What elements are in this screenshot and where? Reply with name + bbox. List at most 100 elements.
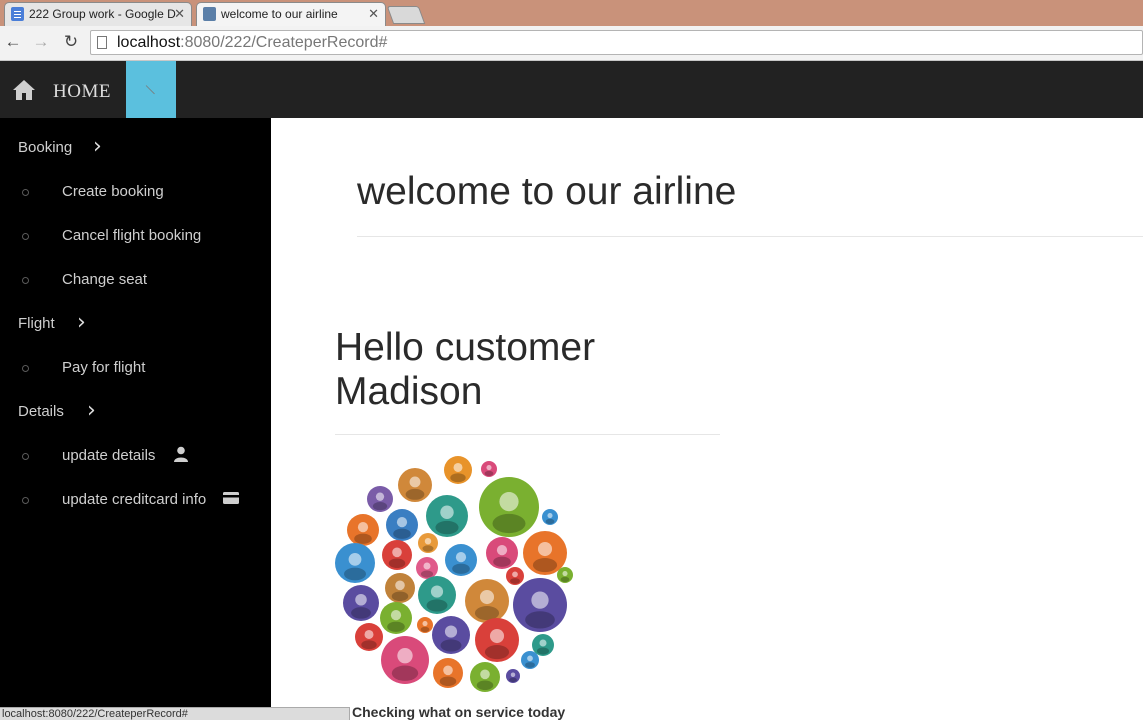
avatar-body — [532, 558, 558, 573]
home-icon[interactable] — [12, 79, 36, 101]
bullet-icon — [22, 453, 29, 460]
avatar-body — [492, 513, 526, 534]
avatar-head — [440, 505, 454, 519]
bullet-icon — [22, 365, 29, 372]
close-icon[interactable]: ✕ — [174, 3, 185, 25]
avatar-body — [452, 563, 470, 574]
avatar-body — [391, 665, 419, 681]
avatar-head — [422, 621, 428, 627]
divider — [357, 236, 1143, 237]
avatar-body — [525, 662, 535, 668]
avatar-body — [354, 533, 372, 544]
new-tab-button[interactable] — [386, 6, 426, 24]
chevron-right-icon[interactable]: › — [87, 400, 96, 422]
sidebar-section-flight[interactable]: Flight — [18, 314, 55, 334]
avatar-body — [525, 611, 555, 629]
avatar-head — [392, 547, 402, 558]
avatar-body — [560, 576, 570, 582]
avatar-head — [397, 648, 413, 664]
sidebar-item-create-booking[interactable]: Create booking — [62, 182, 164, 202]
service-caption: Checking what on service today — [352, 704, 566, 720]
address-bar[interactable]: localhost:8080/222/CreateperRecord# — [90, 30, 1143, 55]
back-arrow-icon[interactable]: ← — [2, 32, 24, 52]
avatar-head — [430, 585, 444, 598]
divider — [335, 434, 720, 435]
avatar-body — [484, 645, 510, 660]
avatar-body — [545, 518, 555, 524]
avatar-body — [388, 558, 406, 569]
avatar-body — [361, 640, 377, 650]
avatar-head — [364, 630, 374, 639]
forward-arrow-icon[interactable]: → — [30, 32, 52, 52]
avatar-body — [426, 599, 448, 612]
avatar-body — [391, 591, 409, 602]
avatar-body — [439, 676, 457, 687]
avatar-body — [405, 488, 425, 500]
avatar-head — [486, 465, 492, 471]
user-icon — [174, 446, 188, 462]
avatar-body — [393, 528, 411, 539]
home-link[interactable]: HOME — [53, 81, 111, 103]
avatar-body — [372, 501, 388, 511]
site-navbar: HOME — — [0, 61, 1143, 118]
url-text: localhost:8080/222/CreateperRecord# — [117, 34, 388, 51]
tab-title: 222 Group work - Google D — [29, 7, 176, 21]
sidebar-item-cancel-flight-booking[interactable]: Cancel flight booking — [62, 226, 201, 246]
avatar-body — [484, 470, 494, 476]
avatar-body — [351, 607, 371, 619]
avatar-head — [390, 610, 402, 621]
avatar-body — [474, 606, 500, 621]
avatar-head — [453, 463, 463, 472]
sidebar-item-update-creditcard-info[interactable]: update creditcard info — [62, 490, 206, 510]
pin-button[interactable]: — — [126, 61, 176, 118]
avatar-body — [510, 578, 520, 584]
sidebar-section-details[interactable]: Details — [18, 402, 64, 422]
reload-icon[interactable]: ↻ — [60, 32, 82, 52]
avatar-head — [489, 629, 505, 644]
avatar-body — [440, 639, 462, 652]
browser-tab-google-docs[interactable]: 222 Group work - Google D ✕ — [4, 2, 192, 26]
avatar-body — [509, 677, 517, 683]
avatar-head — [512, 571, 518, 578]
avatar-head — [499, 492, 519, 512]
avatar-body — [476, 680, 494, 691]
avatar-head — [455, 552, 467, 563]
avatar-head — [444, 625, 458, 638]
airline-favicon-icon — [203, 7, 216, 21]
avatar-body — [344, 567, 366, 581]
avatar-head — [496, 545, 508, 556]
bullet-icon — [22, 277, 29, 284]
sidebar-item-change-seat[interactable]: Change seat — [62, 270, 147, 290]
browser-tab-strip: 222 Group work - Google D ✕ welcome to o… — [0, 0, 1143, 26]
avatar-head — [547, 513, 553, 519]
avatar-head — [395, 580, 405, 591]
avatar-head — [531, 591, 549, 609]
browser-status-bar: localhost:8080/222/CreateperRecord# — [0, 707, 350, 720]
community-avatars-image — [335, 456, 573, 692]
page-title: welcome to our airline — [357, 170, 737, 213]
tab-title: welcome to our airline — [221, 7, 338, 21]
sidebar-item-pay-for-flight[interactable]: Pay for flight — [62, 358, 145, 378]
credit-card-icon — [223, 492, 239, 504]
avatar-head — [479, 590, 495, 605]
avatar-head — [510, 672, 516, 677]
close-icon[interactable]: ✕ — [368, 3, 379, 25]
avatar-head — [527, 655, 533, 662]
chevron-right-icon[interactable]: › — [93, 136, 102, 158]
avatar-body — [493, 556, 511, 567]
sidebar-section-booking[interactable]: Booking — [18, 138, 72, 158]
avatar-head — [375, 492, 385, 501]
avatar-head — [424, 538, 432, 545]
avatar-body — [420, 570, 434, 578]
avatar-head — [423, 562, 431, 570]
browser-tab-airline[interactable]: welcome to our airline ✕ — [196, 2, 386, 26]
avatar-head — [537, 542, 553, 557]
avatar-head — [443, 665, 453, 676]
sidebar-item-update-details[interactable]: update details — [62, 446, 155, 466]
avatar-head — [480, 669, 490, 680]
bullet-icon — [22, 497, 29, 504]
chevron-right-icon[interactable]: › — [77, 312, 86, 334]
google-docs-icon — [11, 7, 24, 21]
avatar-body — [435, 520, 459, 535]
browser-toolbar: ← → ↻ localhost:8080/222/CreateperRecord… — [0, 26, 1143, 61]
